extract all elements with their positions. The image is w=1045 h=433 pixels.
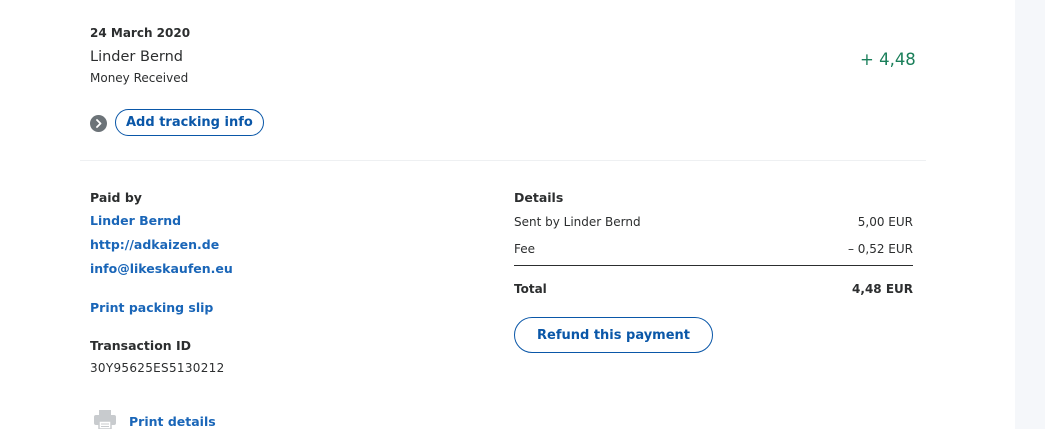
transaction-amount: + 4,48 <box>860 50 916 69</box>
sent-by-label: Sent by Linder Bernd <box>514 215 641 229</box>
sent-by-value: 5,00 EUR <box>857 215 913 229</box>
total-divider <box>514 265 913 266</box>
total-label: Total <box>514 282 547 296</box>
right-sidebar-strip <box>1015 0 1045 429</box>
payer-email-link[interactable]: info@likeskaufen.eu <box>90 261 233 276</box>
paid-by-heading: Paid by <box>90 190 142 205</box>
print-packing-slip-link[interactable]: Print packing slip <box>90 300 213 315</box>
print-details-link[interactable]: Print details <box>129 414 216 429</box>
fee-label: Fee <box>514 242 536 256</box>
details-heading: Details <box>514 190 564 205</box>
transaction-date: 24 March 2020 <box>90 26 191 40</box>
add-tracking-info-button[interactable]: Add tracking info <box>115 109 264 136</box>
refund-payment-button[interactable]: Refund this payment <box>514 317 713 353</box>
transaction-id-label: Transaction ID <box>90 338 192 353</box>
transaction-type: Money Received <box>90 71 189 85</box>
payer-name-link[interactable]: Linder Bernd <box>90 213 181 228</box>
section-divider <box>80 160 926 161</box>
payer-website-link[interactable]: http://adkaizen.de <box>90 237 219 252</box>
total-value: 4,48 EUR <box>852 282 913 296</box>
chevron-right-icon[interactable] <box>90 115 107 132</box>
fee-value: – 0,52 EUR <box>847 242 913 256</box>
transaction-id-value: 30Y95625ES5130212 <box>90 361 225 375</box>
printer-icon[interactable] <box>94 410 116 433</box>
counterparty-name: Linder Bernd <box>90 49 183 65</box>
